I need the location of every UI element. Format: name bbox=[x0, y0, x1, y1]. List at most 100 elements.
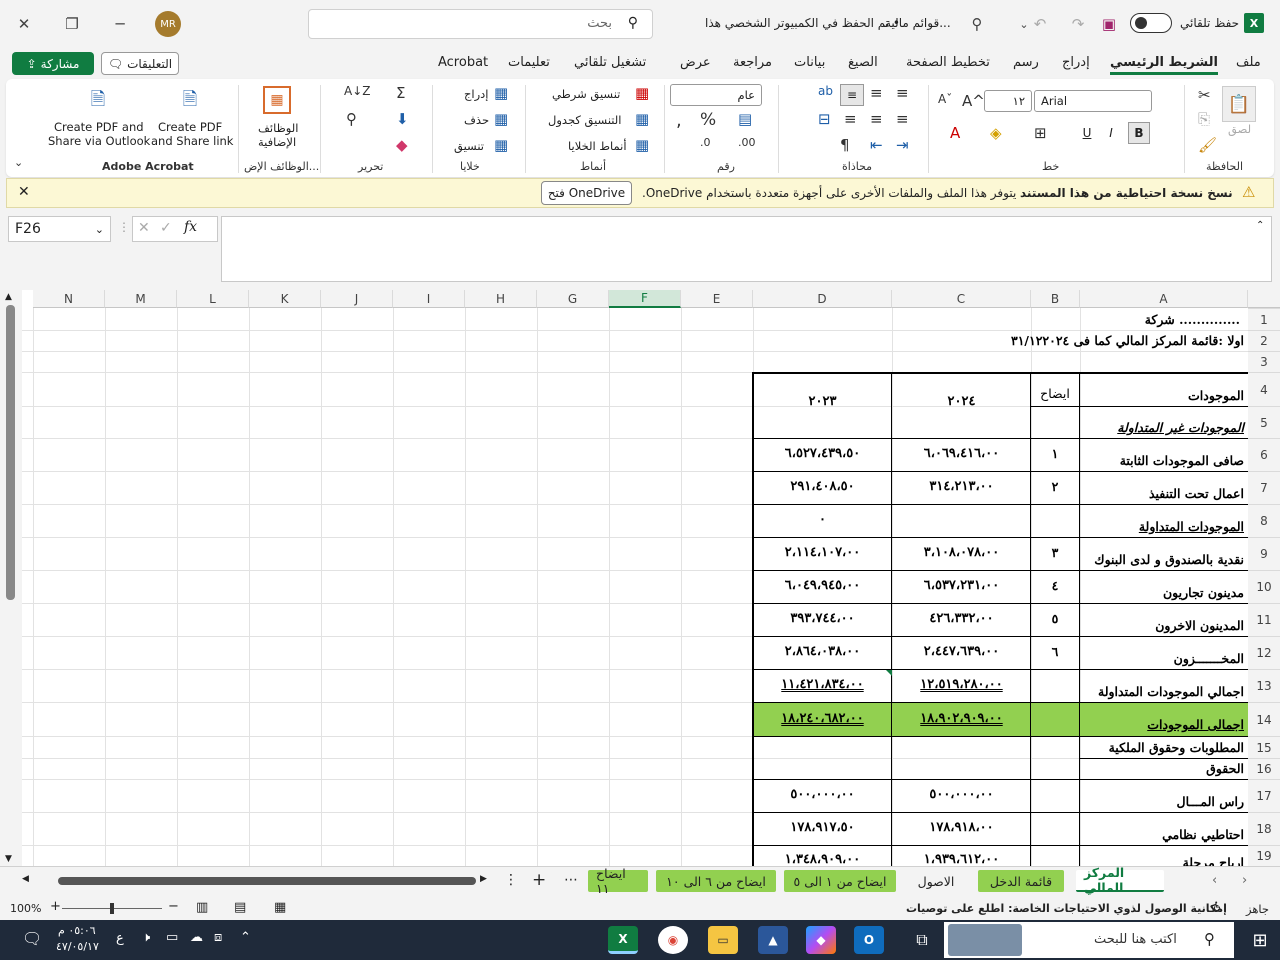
clear-icon[interactable]: ◆ bbox=[396, 136, 408, 154]
cell-c11[interactable]: ٤٢٦،٣٣٢،٠٠ bbox=[892, 611, 1031, 626]
open-onedrive-button[interactable]: فتح OneDrive bbox=[541, 181, 632, 205]
format-cells-button[interactable]: تنسيق bbox=[454, 139, 484, 153]
acrobat-app-icon[interactable]: ▲ bbox=[758, 926, 788, 954]
task-view-icon[interactable]: ⧉ bbox=[910, 928, 934, 952]
cell-d13[interactable]: ١١،٤٢١،٨٣٤،٠٠ bbox=[753, 677, 892, 692]
tray-app-icon[interactable]: ⧈ bbox=[214, 930, 222, 945]
cell-c7[interactable]: ٣١٤،٢١٣،٠٠ bbox=[892, 479, 1031, 494]
tab-scroll-left-icon[interactable]: ‹ bbox=[1212, 873, 1217, 888]
cell-a18[interactable]: احتاطيي نظامي bbox=[1162, 827, 1244, 842]
pdf-outlook-icon[interactable]: 🗎 bbox=[86, 88, 110, 116]
row-header-14[interactable]: 14 bbox=[1248, 702, 1280, 736]
col-header-e[interactable]: E bbox=[681, 290, 753, 308]
more-options-icon[interactable]: ⋮ bbox=[504, 872, 518, 888]
col-header-d[interactable]: D bbox=[753, 290, 892, 308]
cell-d7[interactable]: ٢٩١،٤٠٨،٥٠ bbox=[753, 479, 892, 494]
row-header-17[interactable]: 17 bbox=[1248, 779, 1280, 812]
cell-c4[interactable]: ٢٠٢٤ bbox=[892, 394, 1031, 409]
row-header-12[interactable]: 12 bbox=[1248, 636, 1280, 669]
zoom-level[interactable]: 100% bbox=[10, 902, 41, 915]
bold-button[interactable]: B bbox=[1128, 122, 1150, 144]
tab-home[interactable]: الشريط الرئيسي bbox=[1110, 55, 1218, 75]
network-icon[interactable]: ▭ bbox=[166, 930, 178, 945]
windows-start-icon[interactable]: ⊞ bbox=[1240, 922, 1280, 958]
autosave-toggle[interactable] bbox=[1130, 13, 1172, 33]
doc-title[interactable]: قوائم مالية... bbox=[885, 16, 951, 30]
scroll-up-icon[interactable]: ▲ bbox=[5, 292, 12, 302]
comma-style-icon[interactable]: , bbox=[676, 110, 682, 131]
enter-icon[interactable]: ✓ bbox=[160, 220, 172, 236]
cell-a5[interactable]: الموجودات غير المتداولة bbox=[1117, 420, 1244, 435]
doc-options-icon[interactable]: ⚲ bbox=[965, 12, 989, 36]
row-header-11[interactable]: 11 bbox=[1248, 603, 1280, 636]
sheet-tab-notes-6-10[interactable]: ايضاح من ٦ الى ١٠ bbox=[656, 870, 776, 892]
cell-c14[interactable]: ١٨،٩٠٢،٩٠٩،٠٠ bbox=[892, 711, 1031, 726]
cell-d14[interactable]: ١٨،٢٤٠،٦٨٢،٠٠ bbox=[753, 711, 892, 726]
indent-decrease-icon[interactable]: ⇤ bbox=[870, 136, 883, 154]
format-as-table-button[interactable]: التنسيق كجدول bbox=[548, 113, 621, 127]
share-link-label-1[interactable]: Create PDF bbox=[158, 120, 222, 134]
cell-c18[interactable]: ١٧٨،٩١٨،٠٠ bbox=[892, 820, 1031, 835]
tab-view[interactable]: عرض bbox=[680, 55, 711, 70]
minimize-icon[interactable]: ─ bbox=[108, 12, 132, 36]
cell-d8[interactable]: ٠ bbox=[753, 512, 892, 527]
row-header-8[interactable]: 8 bbox=[1248, 504, 1280, 537]
page-break-view-icon[interactable]: ▥ bbox=[196, 900, 208, 915]
page-layout-view-icon[interactable]: ▤ bbox=[234, 900, 246, 915]
ribbon-collapse-icon[interactable]: ⌄ bbox=[14, 156, 23, 169]
italic-button[interactable]: I bbox=[1100, 122, 1122, 144]
more-options-icon[interactable]: ⋮ bbox=[118, 220, 130, 234]
search-input[interactable]: ⚲ بحث bbox=[308, 9, 653, 39]
pdf-share-link-icon[interactable]: 🗎 bbox=[178, 88, 202, 116]
h-scroll-left-icon[interactable]: ◀ bbox=[22, 874, 29, 884]
col-header-j[interactable]: J bbox=[321, 290, 393, 308]
col-header-f[interactable]: F bbox=[609, 290, 681, 308]
tab-automate[interactable]: تشغيل تلقائي bbox=[574, 55, 646, 70]
addins-label-2[interactable]: الإضافية bbox=[258, 135, 296, 149]
cell-b11[interactable]: ٥ bbox=[1031, 611, 1079, 626]
outlook-label-1[interactable]: Create PDF and bbox=[54, 120, 144, 134]
align-bottom-icon[interactable]: ≡ bbox=[840, 84, 864, 106]
cancel-icon[interactable]: ✕ bbox=[138, 220, 150, 236]
col-header-c[interactable]: C bbox=[892, 290, 1031, 308]
cell-c13[interactable]: ١٢،٥١٩،٢٨٠،٠٠ bbox=[892, 677, 1031, 692]
h-scroll-thumb[interactable] bbox=[58, 877, 476, 885]
expand-formula-icon[interactable]: ⌃ bbox=[1256, 220, 1264, 231]
select-all-corner[interactable] bbox=[1248, 290, 1280, 308]
zoom-out-icon[interactable]: − bbox=[168, 899, 179, 914]
wrap-text-icon[interactable]: ab bbox=[818, 84, 833, 98]
scroll-down-icon[interactable]: ▼ bbox=[5, 854, 12, 864]
cell-styles-button[interactable]: أنماط الخلايا bbox=[568, 139, 627, 153]
cell-d6[interactable]: ٦،٥٢٧،٤٣٩،٥٠ bbox=[753, 446, 892, 461]
tab-acrobat[interactable]: Acrobat bbox=[438, 55, 488, 70]
insert-cells-button[interactable]: إدراج bbox=[464, 87, 489, 101]
row-header-9[interactable]: 9 bbox=[1248, 537, 1280, 570]
cell-b6[interactable]: ١ bbox=[1031, 446, 1079, 461]
format-painter-icon[interactable]: 🖌 bbox=[1198, 136, 1217, 154]
tab-draw[interactable]: رسم bbox=[1013, 55, 1039, 70]
sheet-tab-income[interactable]: قائمة الدخل bbox=[978, 870, 1064, 892]
delete-cells-button[interactable]: حذف bbox=[464, 113, 489, 127]
cell-d19[interactable]: ١،٣٤٨،٩٠٩،٠٠ bbox=[753, 853, 892, 866]
row-header-18[interactable]: 18 bbox=[1248, 812, 1280, 845]
col-header-h[interactable]: H bbox=[465, 290, 537, 308]
col-header-g[interactable]: G bbox=[537, 290, 609, 308]
cell-a19[interactable]: ارباح مرحلة bbox=[1183, 855, 1244, 866]
share-link-label-2[interactable]: and Share link bbox=[151, 134, 233, 148]
cell-a17[interactable]: راس المـــال bbox=[1176, 794, 1244, 809]
cell-a13[interactable]: اجمالي الموجودات المتداولة bbox=[1098, 684, 1244, 699]
cell-a8[interactable]: الموجودات المتداولة bbox=[1139, 519, 1244, 534]
cell-a11[interactable]: المدينون الاخرون bbox=[1155, 618, 1244, 633]
tab-scroll-right-icon[interactable]: › bbox=[1242, 873, 1247, 888]
copilot-app-icon[interactable]: ◆ bbox=[806, 926, 836, 954]
cell-a14[interactable]: اجمالى الموجودات bbox=[1147, 717, 1244, 732]
col-header-i[interactable]: I bbox=[393, 290, 465, 308]
font-color-icon[interactable]: A bbox=[950, 124, 960, 142]
zoom-in-icon[interactable]: + bbox=[50, 899, 61, 914]
cell-c19[interactable]: ١،٩٣٩،٦١٢،٠٠ bbox=[892, 853, 1031, 866]
cell-c12[interactable]: ٢،٤٤٧،٦٣٩،٠٠ bbox=[892, 644, 1031, 659]
col-header-l[interactable]: L bbox=[177, 290, 249, 308]
add-sheet-icon[interactable]: + bbox=[532, 870, 546, 890]
cell-a1[interactable]: شركة .............. bbox=[1145, 312, 1240, 327]
cell-d18[interactable]: ١٧٨،٩١٧،٥٠ bbox=[753, 820, 892, 835]
